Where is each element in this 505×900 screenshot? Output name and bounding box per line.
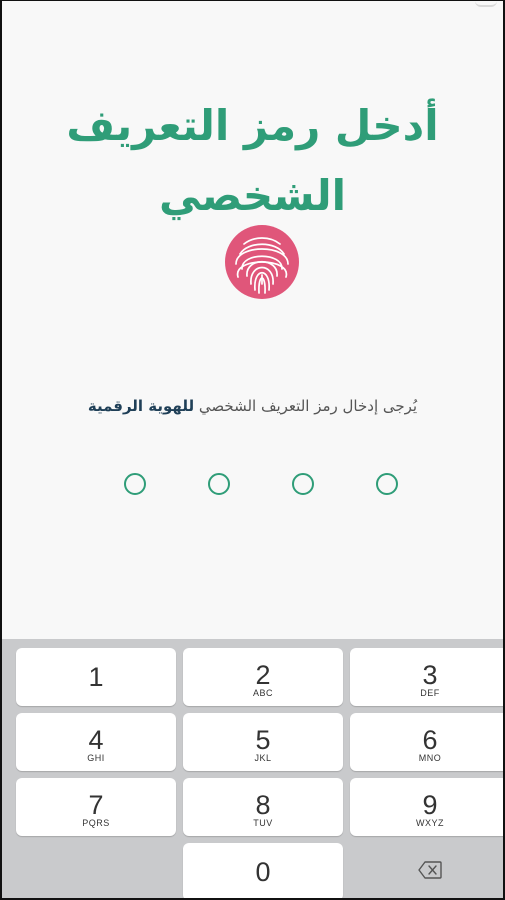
pin-dot [376,473,398,495]
key-digit: 0 [255,857,271,887]
key-digit: 5 [255,725,271,755]
key-letters: PQRS [82,818,110,828]
key-digit: 2 [255,660,271,690]
key-letters: JKL [254,753,272,763]
instruction-bold: للهوية الرقمية [87,397,195,415]
key-digit: 9 [422,790,438,820]
page-title: أدخل رمز التعريف الشخصي [66,101,439,220]
backspace-button[interactable] [350,843,503,898]
key-letters: MNO [418,753,442,763]
fingerprint-icon[interactable] [224,224,300,300]
key-letters: DEF [420,688,440,698]
key-letters: WXYZ [416,818,444,828]
key-letters: ABC [252,688,273,698]
status-indicator [475,1,497,7]
key-2[interactable]: 2 ABC [183,648,343,706]
backspace-icon [418,861,442,879]
key-digit: 6 [422,725,438,755]
key-3[interactable]: 3 DEF [350,648,503,706]
key-digit: 7 [88,790,104,820]
pin-dot [208,473,230,495]
pin-entry-screen: أدخل رمز التعريف الشخصي يُرجى إدخال رمز … [0,0,505,900]
key-digit: 8 [255,790,271,820]
key-letters: GHI [87,753,105,763]
instruction-prefix: يُرجى إدخال رمز التعريف الشخصي [198,397,418,415]
key-letters: TUV [253,818,273,828]
key-5[interactable]: 5 JKL [183,713,343,771]
key-9[interactable]: 9 WXYZ [350,778,503,836]
key-digit: 4 [88,725,104,755]
key-6[interactable]: 6 MNO [350,713,503,771]
key-1[interactable]: 1 [16,648,176,706]
key-digit: 1 [88,662,104,692]
key-0[interactable]: 0 [183,843,343,898]
pin-dot [124,473,146,495]
pin-dots [124,473,404,497]
key-8[interactable]: 8 TUV [183,778,343,836]
key-4[interactable]: 4 GHI [16,713,176,771]
key-7[interactable]: 7 PQRS [16,778,176,836]
numeric-keypad: 1 2 ABC 3 DEF 4 GHI 5 JKL 6 MNO 7 PQRS 8… [2,639,503,898]
instruction-text: يُرجى إدخال رمز التعريف الشخصي للهوية ال… [32,397,473,415]
pin-dot [292,473,314,495]
key-digit: 3 [422,660,438,690]
